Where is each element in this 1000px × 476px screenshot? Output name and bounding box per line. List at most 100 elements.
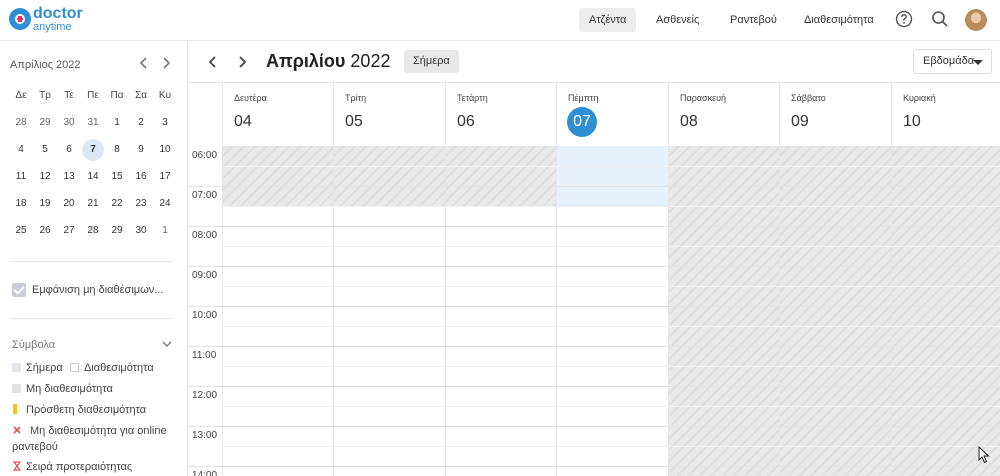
mini-day[interactable]: 24 xyxy=(154,193,176,215)
nav-appointments[interactable]: Ραντεβού xyxy=(720,8,787,32)
hour-line xyxy=(222,226,1000,227)
mini-day[interactable]: 29 xyxy=(106,220,128,242)
day-number[interactable]: 09 xyxy=(791,113,809,131)
time-label: 13:00 xyxy=(192,430,218,441)
mini-day[interactable]: 12 xyxy=(34,166,56,188)
time-label: 08:00 xyxy=(192,230,218,241)
mini-day[interactable]: 1 xyxy=(106,112,128,134)
mini-day[interactable]: 25 xyxy=(10,220,32,242)
mini-day[interactable]: 9 xyxy=(130,139,152,161)
hour-line xyxy=(222,466,1000,467)
legend-collapse-chevron-icon[interactable] xyxy=(162,339,172,349)
mini-day[interactable]: 20 xyxy=(58,193,80,215)
half-hour-line xyxy=(222,246,1000,247)
nav-patients[interactable]: Ασθενείς xyxy=(646,8,709,32)
mini-day[interactable]: 3 xyxy=(154,112,176,134)
day-header[interactable]: Σάββατο 09 xyxy=(779,83,891,146)
next-week-icon[interactable] xyxy=(237,56,247,68)
day-header[interactable]: Τετάρτη 06 xyxy=(445,83,557,146)
day-name: Σάββατο xyxy=(791,93,826,103)
mini-day[interactable]: 11 xyxy=(10,166,32,188)
mini-day[interactable]: 16 xyxy=(130,166,152,188)
half-hour-line xyxy=(222,446,1000,447)
week-grid[interactable]: 06:00 07:00 08:00 09:00 10:00 11:00 12:00 13:00… xyxy=(188,146,1000,476)
today-highlight xyxy=(557,146,668,206)
mini-day[interactable]: 27 xyxy=(58,220,80,242)
help-icon[interactable] xyxy=(895,10,913,28)
mini-day[interactable]: 28 xyxy=(82,220,104,242)
mini-day[interactable]: 26 xyxy=(34,220,56,242)
mini-day[interactable]: 22 xyxy=(106,193,128,215)
mini-day[interactable]: 23 xyxy=(130,193,152,215)
weekday-label: Δε xyxy=(15,90,27,101)
mini-day[interactable]: 4 xyxy=(10,139,32,161)
mini-day[interactable]: 10 xyxy=(154,139,176,161)
legend-today-label: Σήμερα xyxy=(26,362,63,374)
mini-day[interactable]: 21 xyxy=(82,193,104,215)
mini-day[interactable]: 13 xyxy=(58,166,80,188)
mini-day[interactable]: 28 xyxy=(10,112,32,134)
mini-next-month-icon[interactable] xyxy=(161,57,171,69)
nav-availability[interactable]: Διαθεσιμότητα xyxy=(794,8,884,32)
day-number[interactable]: 10 xyxy=(903,113,921,131)
mini-day[interactable]: 18 xyxy=(10,193,32,215)
time-label: 12:00 xyxy=(192,390,218,401)
unavailable-block xyxy=(223,146,334,206)
time-tick xyxy=(188,226,222,227)
day-number[interactable]: 08 xyxy=(680,113,698,131)
legend-extra-availability-label: Πρόσθετη διαθεσιμότητα xyxy=(26,404,147,416)
mini-day[interactable]: 6 xyxy=(58,139,80,161)
mini-day[interactable]: 5 xyxy=(34,139,56,161)
mini-prev-month-icon[interactable] xyxy=(139,57,149,69)
mini-day[interactable]: 2 xyxy=(130,112,152,134)
month-name: Απριλίου xyxy=(266,51,346,71)
logo-icon xyxy=(9,8,31,30)
day-number[interactable]: 05 xyxy=(345,113,363,131)
nav-agenda[interactable]: Ατζέντα xyxy=(579,8,637,32)
weekday-label: Πε xyxy=(87,90,99,101)
mini-day[interactable]: 30 xyxy=(58,112,80,134)
mini-day-today[interactable]: 7 xyxy=(82,139,104,161)
legend-extra-availability-swatch xyxy=(13,404,17,414)
doctoranytime-logo[interactable]: doctor anytime xyxy=(9,6,89,34)
day-name: Πέμπτη xyxy=(568,93,599,103)
time-label: 09:00 xyxy=(192,270,218,281)
half-hour-line xyxy=(222,366,1000,367)
user-avatar[interactable] xyxy=(965,9,987,31)
day-header[interactable]: Κυριακή 10 xyxy=(891,83,1000,146)
hour-line xyxy=(222,346,1000,347)
mini-day[interactable]: 19 xyxy=(34,193,56,215)
current-period-title: Απριλίου 2022 xyxy=(266,51,390,72)
mini-day[interactable]: 30 xyxy=(130,220,152,242)
day-header[interactable]: Δευτέρα 04 xyxy=(222,83,334,146)
mini-day[interactable]: 17 xyxy=(154,166,176,188)
weekday-label: Κυ xyxy=(158,90,172,101)
mini-day[interactable]: 29 xyxy=(34,112,56,134)
mini-day[interactable]: 8 xyxy=(106,139,128,161)
day-number[interactable]: 04 xyxy=(234,113,252,131)
mouse-cursor-icon xyxy=(978,446,990,464)
unavailable-block xyxy=(446,146,557,206)
day-header[interactable]: Τρίτη 05 xyxy=(333,83,445,146)
day-number-today[interactable]: 07 xyxy=(567,107,597,137)
today-button[interactable]: Σήμερα xyxy=(404,50,459,73)
time-axis: 06:00 07:00 08:00 09:00 10:00 11:00 12:00 13:00… xyxy=(188,146,222,476)
day-header[interactable]: Πέμπτη 07 xyxy=(556,83,668,146)
search-icon[interactable] xyxy=(931,10,949,28)
time-tick xyxy=(188,346,222,347)
half-hour-line xyxy=(222,206,1000,207)
mini-calendar-title: Απρίλιος 2022 xyxy=(10,59,81,71)
day-name: Τρίτη xyxy=(345,93,367,103)
show-unavailable-checkbox[interactable] xyxy=(12,283,26,297)
mini-day[interactable]: 14 xyxy=(82,166,104,188)
day-number[interactable]: 06 xyxy=(457,113,475,131)
view-select[interactable]: Εβδομάδα xyxy=(913,49,992,74)
mini-day[interactable]: 1 xyxy=(154,220,176,242)
legend-availability-swatch xyxy=(70,363,79,372)
day-header[interactable]: Παρασκευή 08 xyxy=(668,83,780,146)
mini-day[interactable]: 31 xyxy=(82,112,104,134)
day-name: Κυριακή xyxy=(903,93,936,103)
mini-day[interactable]: 15 xyxy=(106,166,128,188)
prev-week-icon[interactable] xyxy=(208,56,218,68)
time-label: 14:00 xyxy=(192,470,218,476)
